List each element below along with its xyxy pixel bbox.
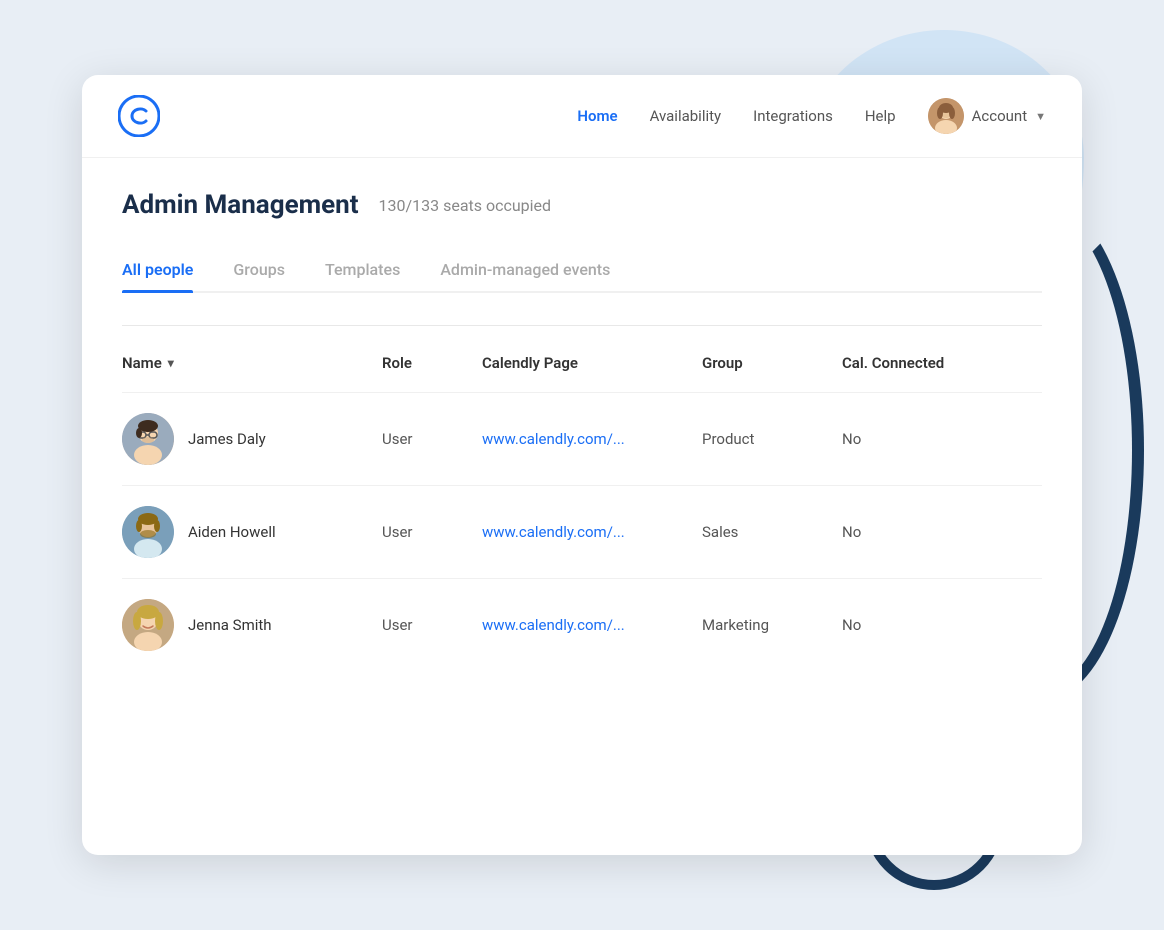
user-name-james: James Daly — [188, 430, 266, 448]
col-header-group: Group — [702, 354, 842, 372]
tab-admin-managed-events[interactable]: Admin-managed events — [440, 248, 610, 291]
table-row: Jenna Smith User www.calendly.com/... Ma… — [122, 578, 1042, 671]
nav-links: Home Availability Integrations Help — [577, 98, 1046, 134]
account-avatar — [928, 98, 964, 134]
group-james: Product — [702, 430, 842, 448]
user-cell-aiden: Aiden Howell — [122, 506, 382, 558]
table-header: Name ▾ Role Calendly Page Group Cal. Con… — [122, 354, 1042, 384]
role-jenna: User — [382, 616, 482, 634]
user-name-aiden: Aiden Howell — [188, 523, 276, 541]
nav-integrations[interactable]: Integrations — [753, 107, 833, 125]
col-header-calendly-page: Calendly Page — [482, 354, 702, 372]
tab-groups[interactable]: Groups — [233, 248, 285, 291]
nav-home[interactable]: Home — [577, 107, 617, 125]
table-row: Aiden Howell User www.calendly.com/... S… — [122, 485, 1042, 578]
cal-connected-james: No — [842, 430, 1002, 448]
calendly-link-jenna[interactable]: www.calendly.com/... — [482, 616, 702, 634]
tab-templates[interactable]: Templates — [325, 248, 400, 291]
group-jenna: Marketing — [702, 616, 842, 634]
role-james: User — [382, 430, 482, 448]
page-content: Admin Management 130/133 seats occupied … — [82, 158, 1082, 703]
cal-connected-jenna: No — [842, 616, 1002, 634]
nav-help[interactable]: Help — [865, 107, 896, 125]
account-menu[interactable]: Account ▼ — [928, 98, 1046, 134]
cal-connected-aiden: No — [842, 523, 1002, 541]
user-cell-jenna: Jenna Smith — [122, 599, 382, 651]
logo[interactable] — [118, 95, 160, 137]
user-cell-james: James Daly — [122, 413, 382, 465]
avatar-jenna — [122, 599, 174, 651]
navbar: Home Availability Integrations Help — [82, 75, 1082, 158]
table-row: James Daly User www.calendly.com/... Pro… — [122, 392, 1042, 485]
calendly-link-james[interactable]: www.calendly.com/... — [482, 430, 702, 448]
avatar-james — [122, 413, 174, 465]
sort-icon: ▾ — [168, 356, 174, 370]
page-title: Admin Management — [122, 190, 359, 220]
user-name-jenna: Jenna Smith — [188, 616, 272, 634]
main-card: Home Availability Integrations Help — [82, 75, 1082, 855]
avatar-aiden — [122, 506, 174, 558]
col-header-name[interactable]: Name ▾ — [122, 354, 382, 372]
calendly-link-aiden[interactable]: www.calendly.com/... — [482, 523, 702, 541]
role-aiden: User — [382, 523, 482, 541]
page-header: Admin Management 130/133 seats occupied — [122, 190, 1042, 220]
chevron-down-icon: ▼ — [1035, 110, 1046, 123]
section-divider — [122, 325, 1042, 326]
col-header-role: Role — [382, 354, 482, 372]
account-label: Account — [972, 107, 1028, 125]
col-header-cal-connected: Cal. Connected — [842, 354, 1002, 372]
tabs: All people Groups Templates Admin-manage… — [122, 248, 1042, 293]
seats-info: 130/133 seats occupied — [379, 196, 552, 215]
nav-availability[interactable]: Availability — [650, 107, 722, 125]
tab-all-people[interactable]: All people — [122, 248, 193, 291]
group-aiden: Sales — [702, 523, 842, 541]
